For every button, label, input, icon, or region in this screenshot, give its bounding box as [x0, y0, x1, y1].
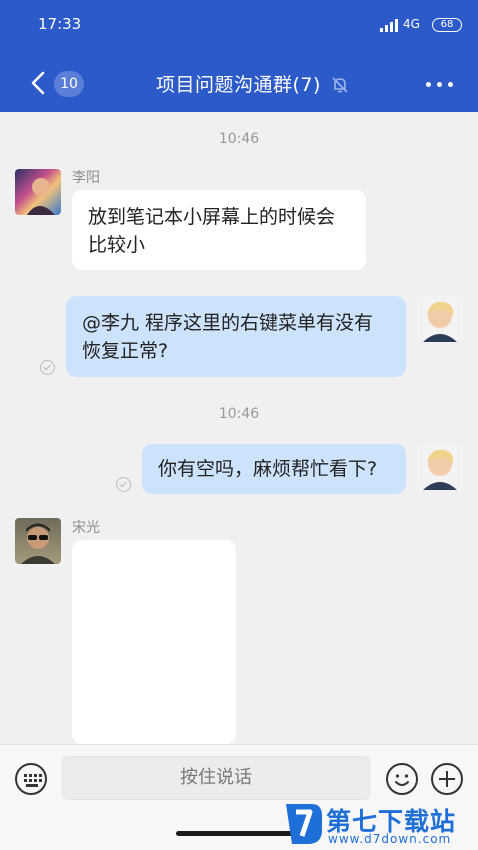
back-icon[interactable]	[30, 71, 46, 95]
unread-count-badge[interactable]: 10	[54, 71, 84, 97]
avatar[interactable]	[15, 518, 61, 564]
message-text-line: 你有空吗，麻烦帮忙看下?	[158, 458, 378, 480]
watermark-url: www.d7down.com	[328, 832, 452, 846]
more-dots-icon[interactable]	[426, 82, 454, 88]
read-check-icon	[40, 360, 55, 375]
message-text-line: 比较小	[88, 234, 146, 256]
plus-icon[interactable]	[431, 763, 463, 795]
message-bubble[interactable]: 你有空吗，麻烦帮忙看下?	[142, 444, 406, 494]
message-text-line: 恢复正常?	[82, 340, 169, 362]
avatar[interactable]	[417, 444, 463, 490]
bell-off-icon	[332, 77, 348, 93]
avatar-image	[27, 178, 55, 215]
emoji-icon[interactable]	[386, 763, 418, 795]
avatar-image	[21, 523, 55, 564]
message-text-line: @李九 程序这里的右键菜单有没有	[82, 312, 374, 334]
avatar[interactable]	[417, 296, 463, 342]
status-bar: 17:33 4G 68	[0, 0, 478, 50]
battery-icon: 68	[432, 18, 462, 32]
chat-header: 17:33 4G 68 10 项目问题沟通群(7)	[0, 0, 478, 112]
sender-name: 李阳	[72, 170, 100, 186]
status-time: 17:33	[38, 15, 82, 33]
message-bubble[interactable]: @李九 程序这里的右键菜单有没有 恢复正常?	[66, 296, 406, 377]
read-check-icon	[116, 477, 131, 492]
hold-to-talk-button[interactable]: 按住说话	[62, 756, 370, 800]
sender-name: 宋光	[72, 520, 100, 536]
message-bubble[interactable]: 放到笔记本小屏幕上的时候会 比较小	[72, 190, 366, 270]
network-label: 4G	[403, 17, 420, 31]
signal-icon	[380, 19, 398, 32]
avatar-image	[417, 296, 463, 342]
emoji-face-icon	[395, 774, 409, 786]
message-timestamp: 10:46	[218, 406, 260, 422]
watermark: 第七下载站 www.d7down.com	[282, 800, 474, 848]
message-text-line: 放到笔记本小屏幕上的时候会	[88, 206, 336, 228]
avatar[interactable]	[15, 169, 61, 215]
watermark-logo-icon	[286, 804, 322, 844]
group-title: 项目问题沟通群(7)	[156, 74, 321, 96]
image-message[interactable]	[72, 540, 236, 744]
avatar-image	[417, 444, 463, 490]
keyboard-icon[interactable]	[15, 763, 47, 795]
message-timestamp: 10:46	[218, 131, 260, 147]
